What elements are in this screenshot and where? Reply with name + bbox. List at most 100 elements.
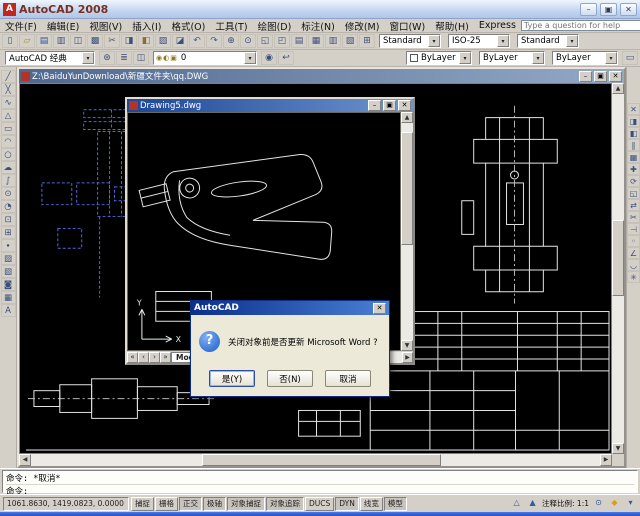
- open-icon[interactable]: ▱: [19, 34, 35, 48]
- scroll-right-icon[interactable]: ▶: [600, 454, 612, 466]
- linetype-combo[interactable]: ByLayer ▾: [479, 51, 545, 65]
- dropdown-icon[interactable]: ▾: [566, 35, 578, 47]
- drawing5-vertical-scrollbar[interactable]: ▲ ▼: [401, 112, 413, 351]
- ellipse-icon[interactable]: ⊙: [1, 187, 16, 200]
- toolbar-lock-icon[interactable]: ⊙: [592, 497, 605, 510]
- scrollbar-thumb[interactable]: [401, 132, 413, 245]
- offset-icon[interactable]: ∥: [627, 139, 640, 151]
- close-button[interactable]: ✕: [620, 3, 637, 16]
- menu-item[interactable]: 编辑(E): [42, 19, 84, 33]
- help-search-input[interactable]: [521, 20, 640, 31]
- annotation-autoscale-icon[interactable]: ▲: [526, 497, 539, 510]
- status-toggle[interactable]: 对象捕捉: [227, 497, 265, 511]
- drawing5-minimize-button[interactable]: –: [368, 100, 381, 111]
- workspace-combo[interactable]: AutoCAD 经典 ▾: [5, 51, 95, 65]
- scroll-up-icon[interactable]: ▲: [401, 112, 413, 123]
- plot-style-icon[interactable]: ▭: [622, 51, 638, 65]
- drawing-canvas[interactable]: 4.93 Drawing5.dwg – ▣ ✕: [19, 83, 612, 454]
- qq-dwg-titlebar[interactable]: Z:\BaiduYunDownload\新疆文件夹\qq.DWG – ▣ ✕: [19, 69, 624, 83]
- child-close-button[interactable]: ✕: [609, 71, 622, 82]
- cut-icon[interactable]: ✂: [104, 34, 120, 48]
- table-style-combo[interactable]: Standard ▾: [517, 34, 579, 48]
- ellipse-arc-icon[interactable]: ◔: [1, 200, 16, 213]
- paste-icon[interactable]: ◧: [138, 34, 154, 48]
- construction-line-icon[interactable]: ╳: [1, 83, 16, 96]
- designcenter-icon[interactable]: ▦: [308, 34, 324, 48]
- windows-taskbar[interactable]: [0, 512, 640, 516]
- plot-icon[interactable]: ▥: [53, 34, 69, 48]
- menu-item[interactable]: 工具(T): [210, 19, 252, 33]
- dropdown-icon[interactable]: ▾: [605, 52, 617, 64]
- trim-icon[interactable]: ✂: [627, 211, 640, 223]
- rotate-icon[interactable]: ⟳: [627, 175, 640, 187]
- save-icon[interactable]: ▤: [36, 34, 52, 48]
- cancel-button[interactable]: 取消: [325, 370, 371, 387]
- menu-item[interactable]: 修改(M): [340, 19, 385, 33]
- scale-icon[interactable]: ◱: [627, 187, 640, 199]
- status-toggle[interactable]: DYN: [335, 497, 359, 511]
- annotation-scale-label[interactable]: 注释比例: 1:1: [542, 498, 589, 509]
- layer-properties-icon[interactable]: ≣: [116, 51, 132, 65]
- arc-icon[interactable]: ◠: [1, 135, 16, 148]
- layer-states-icon[interactable]: ◫: [133, 51, 149, 65]
- chamfer-icon[interactable]: ∠: [627, 247, 640, 259]
- status-toggle[interactable]: 线宽: [360, 497, 383, 511]
- detail-view-geometry[interactable]: [299, 410, 361, 436]
- shaft-view-geometry[interactable]: [28, 379, 217, 419]
- scrollbar-track[interactable]: [31, 454, 600, 466]
- scroll-right-icon[interactable]: ▶: [402, 352, 413, 363]
- menu-item[interactable]: 格式(O): [166, 19, 210, 33]
- dropdown-icon[interactable]: ▾: [428, 35, 440, 47]
- explode-icon[interactable]: ✳: [627, 271, 640, 283]
- tab-last-icon[interactable]: »: [160, 352, 171, 363]
- child-minimize-button[interactable]: –: [579, 71, 592, 82]
- menu-item[interactable]: Express: [474, 20, 521, 31]
- dropdown-icon[interactable]: ▾: [532, 52, 544, 64]
- point-icon[interactable]: ∙: [1, 239, 16, 252]
- calculator-icon[interactable]: ⊞: [359, 34, 375, 48]
- redo-icon[interactable]: ↷: [206, 34, 222, 48]
- layer-previous-icon[interactable]: ↩: [278, 51, 294, 65]
- dropdown-icon[interactable]: ▾: [82, 52, 94, 64]
- menu-item[interactable]: 绘图(D): [253, 19, 297, 33]
- sheet-set-manager-icon[interactable]: ▧: [342, 34, 358, 48]
- line-icon[interactable]: ╱: [1, 70, 16, 83]
- scroll-up-icon[interactable]: ▲: [612, 83, 624, 94]
- revision-cloud-icon[interactable]: ☁: [1, 161, 16, 174]
- layer-combo[interactable]: ◉◐▣ 0 ▾: [153, 51, 257, 65]
- fillet-icon[interactable]: ◡: [627, 259, 640, 271]
- scrollbar-track[interactable]: [612, 94, 624, 443]
- scroll-left-icon[interactable]: ◀: [19, 454, 31, 466]
- qnew-icon[interactable]: ▯: [2, 34, 18, 48]
- spline-icon[interactable]: ∫: [1, 174, 16, 187]
- tab-prev-icon[interactable]: ‹: [138, 352, 149, 363]
- dropdown-icon[interactable]: ▾: [497, 35, 509, 47]
- child-restore-button[interactable]: ▣: [594, 71, 607, 82]
- stretch-icon[interactable]: ⇄: [627, 199, 640, 211]
- no-button[interactable]: 否(N): [267, 370, 313, 387]
- menu-item[interactable]: 帮助(H): [430, 19, 474, 33]
- status-toggle[interactable]: 正交: [179, 497, 202, 511]
- status-shield-icon[interactable]: ◆: [608, 497, 621, 510]
- insert-block-icon[interactable]: ⊡: [1, 213, 16, 226]
- menu-item[interactable]: 插入(I): [127, 19, 166, 33]
- pan-icon[interactable]: ⊕: [223, 34, 239, 48]
- zoom-previous-icon[interactable]: ◰: [274, 34, 290, 48]
- menu-item[interactable]: 窗口(W): [384, 19, 430, 33]
- array-icon[interactable]: ▦: [627, 151, 640, 163]
- dim-style-combo[interactable]: ISO-25 ▾: [448, 34, 510, 48]
- mirror-icon[interactable]: ◧: [627, 127, 640, 139]
- gradient-icon[interactable]: ▧: [1, 265, 16, 278]
- plot-preview-icon[interactable]: ◫: [70, 34, 86, 48]
- rectangle-icon[interactable]: ▭: [1, 122, 16, 135]
- menu-item[interactable]: 文件(F): [0, 19, 42, 33]
- dialog-titlebar[interactable]: AutoCAD ✕: [191, 301, 389, 315]
- minimize-button[interactable]: –: [580, 3, 597, 16]
- coordinates-display[interactable]: 1061.8630, 1419.0823, 0.0000: [3, 497, 129, 511]
- match-properties-icon[interactable]: ▨: [155, 34, 171, 48]
- status-toggle[interactable]: 极轴: [203, 497, 226, 511]
- maximize-button[interactable]: ▣: [600, 3, 617, 16]
- side-view-geometry[interactable]: [462, 106, 558, 304]
- drawing5-titlebar[interactable]: Drawing5.dwg – ▣ ✕: [127, 99, 413, 112]
- dropdown-icon[interactable]: ▾: [459, 52, 471, 64]
